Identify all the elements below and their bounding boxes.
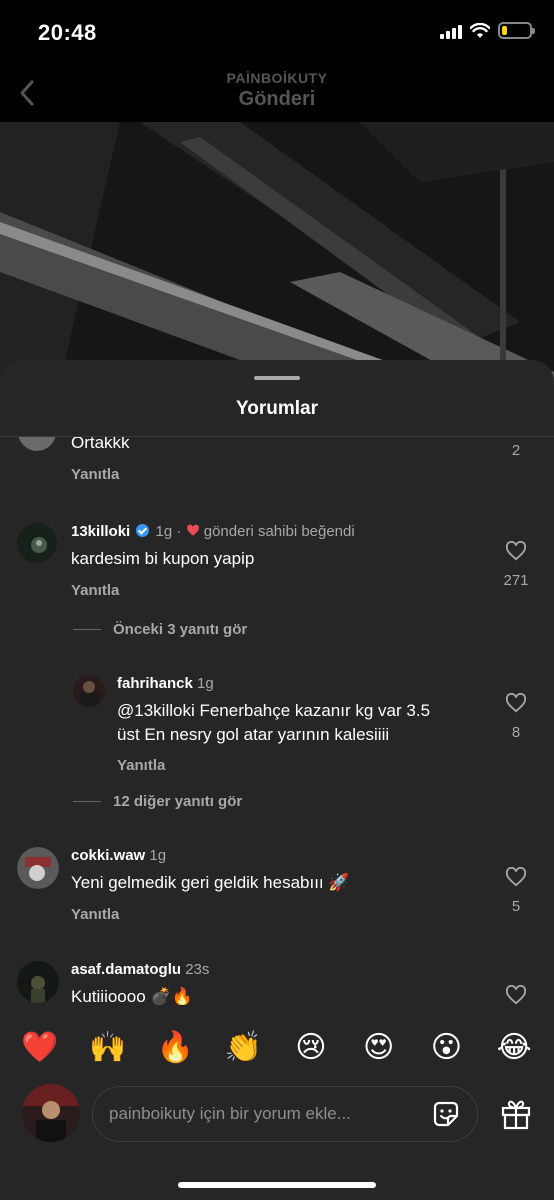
- battery-icon: [498, 22, 535, 39]
- comment-composer: [0, 1080, 554, 1150]
- header-username: PAİNBOİKUTY: [226, 70, 328, 86]
- comment-meta: cokki.waw 1g: [71, 847, 166, 864]
- reply-button[interactable]: Yanıtla: [71, 466, 119, 483]
- emoji-fire[interactable]: 🔥: [148, 1030, 202, 1065]
- comment-text: @13killoki Fenerbahçe kazanır kg var 3.5…: [117, 701, 431, 744]
- comment-avatar[interactable]: [73, 675, 105, 707]
- like-button[interactable]: 5: [496, 866, 536, 915]
- comment-input[interactable]: [93, 1087, 393, 1141]
- comment-item: cokki.waw 1g Yeni gelmedik geri geldik h…: [0, 845, 554, 945]
- comment-username[interactable]: 13killoki: [71, 523, 130, 540]
- like-count: 2: [511, 442, 521, 459]
- comment-meta: 13killoki 1g · gönderi sahibi beğendi: [71, 523, 355, 540]
- comment-time: 23s: [185, 961, 210, 978]
- author-liked-label: gönderi sahibi beğendi: [203, 523, 355, 540]
- heart-icon: [505, 692, 527, 713]
- verified-icon: [136, 524, 150, 537]
- sticker-icon: [433, 1101, 459, 1127]
- comment-avatar[interactable]: [17, 847, 59, 889]
- comments-sheet: Yorumlar Ortakkk Yanıtla 2 13killoki 1g …: [0, 360, 554, 1200]
- comment-text: Ortakkk: [71, 437, 130, 452]
- sheet-drag-handle[interactable]: [254, 376, 300, 380]
- comment-username[interactable]: fahrihanck: [117, 675, 193, 692]
- like-button[interactable]: 8: [496, 692, 536, 741]
- reply-button[interactable]: Yanıtla: [117, 757, 165, 774]
- comment-username[interactable]: asaf.damatoglu: [71, 961, 181, 978]
- comment-meta: asaf.damatoglu 23s: [71, 961, 209, 978]
- like-count: 5: [511, 898, 521, 915]
- cellular-signal-icon: [440, 23, 462, 39]
- post-header: PAİNBOİKUTY Gönderi: [0, 64, 554, 122]
- view-previous-replies-button[interactable]: Önceki 3 yanıtı gör: [73, 621, 247, 638]
- comment-username[interactable]: cokki.waw: [71, 847, 145, 864]
- sheet-title: Yorumlar: [235, 398, 318, 419]
- status-bar: 20:48: [0, 0, 554, 64]
- emoji-surprised[interactable]: 😮: [419, 1030, 473, 1065]
- reply-button[interactable]: Yanıtla: [71, 906, 119, 923]
- emoji-clapping[interactable]: 👏: [216, 1030, 270, 1065]
- gift-button[interactable]: [500, 1098, 532, 1130]
- header-title: Gönderi: [238, 88, 316, 110]
- comments-list[interactable]: Ortakkk Yanıtla 2 13killoki 1g · gönderi…: [0, 437, 554, 1005]
- status-time: 20:48: [38, 20, 97, 45]
- emoji-quick-reactions: ❤️ 🙌 🔥 👏 😢 😍 😮 😂: [0, 1022, 554, 1072]
- sticker-button[interactable]: [431, 1099, 461, 1129]
- comment-time: 1g: [149, 847, 167, 864]
- comment-text: Yeni gelmedik geri geldik hesabııı 🚀: [71, 873, 350, 892]
- heart-icon: [505, 540, 527, 561]
- comment-text: kardesim bi kupon yapip: [71, 549, 255, 568]
- emoji-heart-eyes[interactable]: 😍: [352, 1030, 406, 1065]
- comment-avatar[interactable]: [17, 961, 59, 1003]
- view-more-replies-button[interactable]: 12 diğer yanıtı gör: [73, 793, 242, 810]
- gift-icon: [501, 1100, 531, 1130]
- emoji-raised-hands[interactable]: 🙌: [81, 1030, 135, 1065]
- my-avatar: [22, 1084, 80, 1142]
- emoji-laughing[interactable]: 😂: [487, 1030, 541, 1065]
- heart-icon: [505, 866, 527, 887]
- heart-icon: [505, 984, 527, 1005]
- emoji-crying[interactable]: 😢: [284, 1030, 338, 1065]
- comment-meta: fahrihanck 1g: [117, 675, 214, 692]
- comment-item: asaf.damatoglu 23s Kutiiioooo 💣🔥: [0, 953, 554, 1005]
- like-button[interactable]: [496, 984, 536, 1005]
- like-button[interactable]: 2: [496, 437, 536, 459]
- like-count: 271: [503, 572, 529, 589]
- reply-comment-item: fahrihanck 1g @13killoki Fenerbahçe kaza…: [0, 673, 554, 783]
- comment-avatar[interactable]: [18, 437, 56, 451]
- wifi-icon: [470, 22, 490, 38]
- post-image: [0, 122, 554, 382]
- reply-button[interactable]: Yanıtla: [71, 582, 119, 599]
- comment-item: 13killoki 1g · gönderi sahibi beğendi ka…: [0, 519, 554, 619]
- like-count: 8: [511, 724, 521, 741]
- comment-time: 1g: [155, 523, 173, 540]
- comment-item: Ortakkk Yanıtla 2: [0, 437, 554, 503]
- comment-time: 1g: [197, 675, 214, 692]
- emoji-heart[interactable]: ❤️: [13, 1030, 67, 1065]
- comment-text: Kutiiioooo 💣🔥: [71, 987, 193, 1005]
- heart-icon: [186, 524, 199, 536]
- comment-input-wrapper: [92, 1086, 478, 1142]
- status-icons: [440, 22, 535, 39]
- home-indicator[interactable]: [178, 1182, 376, 1188]
- comment-avatar[interactable]: [17, 523, 57, 563]
- like-button[interactable]: 271: [496, 540, 536, 589]
